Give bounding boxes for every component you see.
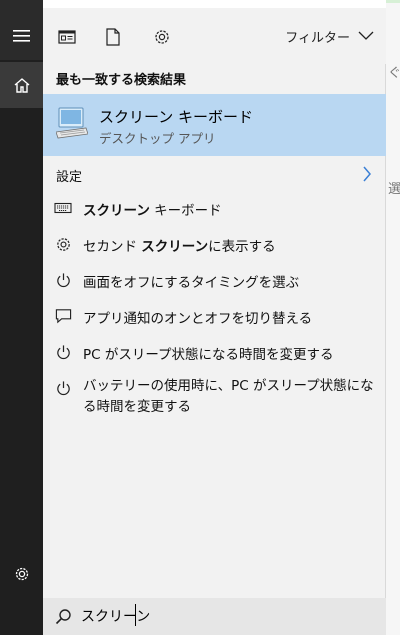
best-match-title: スクリーン キーボード: [99, 108, 254, 126]
power-icon: [54, 343, 72, 361]
apps-filter-button[interactable]: [54, 24, 80, 50]
settings-filter-button[interactable]: [149, 24, 175, 50]
chevron-right-icon: [363, 166, 371, 182]
gear-icon: [54, 235, 72, 253]
documents-filter-button[interactable]: [100, 24, 126, 50]
filter-dropdown[interactable]: フィルター: [285, 25, 374, 47]
hamburger-menu-button[interactable]: [0, 12, 43, 60]
search-icon: [55, 609, 71, 625]
settings-result-row[interactable]: アプリ通知のオンとオフを切り替える: [43, 301, 386, 331]
search-box[interactable]: [43, 598, 386, 635]
settings-result-row[interactable]: バッテリーの使用時に、PC がスリープ状態になる時間を変更する: [43, 373, 386, 423]
chevron-down-icon: [358, 31, 374, 40]
background-accent: [386, 0, 400, 3]
power-icon: [54, 379, 72, 397]
best-match-subtitle: デスクトップ アプリ: [99, 131, 216, 146]
background-text-fragment: ぐ: [388, 66, 400, 81]
settings-section-header[interactable]: 設定: [43, 162, 386, 190]
filter-label: フィルター: [285, 30, 350, 46]
document-icon: [106, 28, 120, 46]
background-window: ぐ 選択: [386, 0, 400, 635]
notification-icon: [54, 307, 72, 325]
start-rail: [0, 0, 43, 635]
settings-result-row[interactable]: セカンド スクリーンに表示する: [43, 229, 386, 259]
on-screen-keyboard-app-icon: [56, 107, 88, 139]
search-input[interactable]: [81, 602, 376, 630]
settings-button[interactable]: [0, 550, 43, 598]
best-match-heading: 最も一致する検索結果: [56, 73, 187, 88]
keyboard-icon: [54, 199, 72, 217]
background-text-fragment: 選択: [388, 182, 400, 197]
settings-result-label: セカンド スクリーンに表示する: [83, 239, 276, 255]
best-match-result[interactable]: スクリーン キーボード デスクトップ アプリ: [43, 94, 386, 156]
gear-icon: [15, 567, 28, 581]
settings-result-label: アプリ通知のオンとオフを切り替える: [83, 311, 313, 327]
home-button[interactable]: [0, 62, 43, 108]
settings-result-label: 画面をオフにするタイミングを選ぶ: [83, 275, 300, 291]
app-window-icon: [58, 30, 76, 44]
settings-heading: 設定: [56, 170, 83, 185]
settings-result-label: スクリーン キーボード: [83, 203, 222, 219]
search-topbar: フィルター: [43, 8, 386, 64]
settings-result-row[interactable]: 画面をオフにするタイミングを選ぶ: [43, 265, 386, 295]
search-results-panel: フィルター 最も一致する検索結果 スクリーン キーボード デスクトップ アプリ …: [43, 8, 386, 635]
settings-result-label: PC がスリープ状態になる時間を変更する: [83, 347, 334, 363]
home-icon: [14, 77, 29, 93]
gear-icon: [155, 30, 169, 44]
power-icon: [54, 271, 72, 289]
settings-result-label: バッテリーの使用時に、PC がスリープ状態になる時間を変更する: [83, 378, 374, 415]
settings-result-row[interactable]: PC がスリープ状態になる時間を変更する: [43, 337, 386, 367]
hamburger-icon: [12, 30, 30, 42]
text-caret: [135, 604, 136, 626]
settings-result-row[interactable]: スクリーン キーボード: [43, 193, 386, 223]
